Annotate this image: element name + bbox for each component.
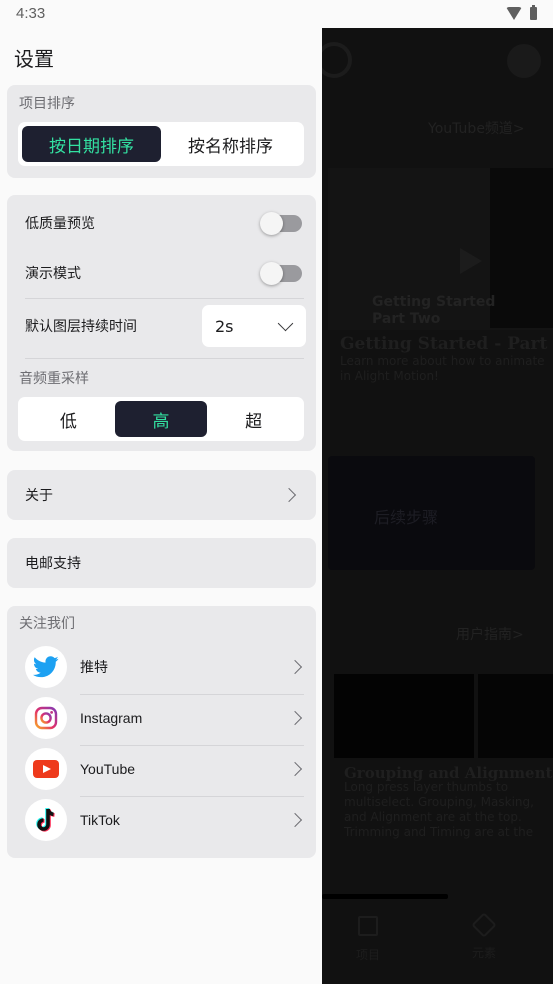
email-support-row[interactable]: 电邮支持 [25, 538, 304, 588]
social-label: 推特 [80, 659, 108, 675]
demo-mode-row: 演示模式 [25, 248, 304, 298]
chevron-right-icon [287, 710, 303, 726]
social-item-twitter[interactable]: 推特 [25, 642, 304, 692]
video-title: Getting Started - Part Two [340, 334, 553, 354]
video-thumbnail-next [490, 168, 553, 328]
default-layer-duration-dropdown[interactable]: 2s [202, 305, 306, 347]
chevron-right-icon [281, 487, 297, 503]
low-quality-preview-row: 低质量预览 [25, 198, 304, 248]
about-label: 关于 [25, 488, 53, 504]
audio-resample-ultra-option[interactable]: 超 [207, 401, 300, 437]
social-item-instagram[interactable]: Instagram [25, 693, 304, 743]
chevron-right-icon [287, 812, 303, 828]
chevron-right-icon [287, 659, 303, 675]
demo-mode-toggle[interactable] [260, 261, 302, 285]
background-app-scrim[interactable]: YouTube频道> Getting Started Part Two Gett… [322, 28, 553, 984]
projects-icon [358, 916, 378, 936]
social-item-youtube[interactable]: YouTube [25, 744, 304, 794]
settings-drawer: 设置 项目排序 按日期排序 按名称排序 低质量预览 演示模式 默认图层持续时间 … [0, 28, 322, 984]
follow-us-label: 关注我们 [19, 616, 75, 632]
twitter-icon [25, 646, 67, 688]
youtube-channel-link: YouTube频道> [428, 121, 525, 137]
play-icon [460, 248, 482, 274]
follow-us-card: 关注我们 推特 Instagram YouTube TikTok [7, 606, 316, 858]
audio-resample-segmented-control: 低 高 超 [18, 397, 304, 441]
sort-card: 项目排序 按日期排序 按名称排序 [7, 85, 316, 178]
audio-resample-label: 音频重采样 [19, 371, 89, 387]
sort-by-name-option[interactable]: 按名称排序 [161, 126, 300, 162]
social-item-tiktok[interactable]: TikTok [25, 795, 304, 845]
status-icons [506, 5, 537, 20]
divider [25, 358, 304, 359]
wifi-icon [506, 7, 522, 20]
email-support-label: 电邮支持 [25, 556, 81, 572]
elements-icon [471, 912, 497, 938]
youtube-icon [25, 748, 67, 790]
toggle-knob [260, 261, 283, 285]
sort-label: 项目排序 [19, 96, 75, 112]
demo-mode-label: 演示模式 [25, 266, 81, 282]
thumb-title-line1: Getting Started [372, 294, 496, 310]
nav-item-projects: 项目 [338, 916, 398, 963]
low-quality-preview-toggle[interactable] [260, 211, 302, 235]
dropdown-value: 2s [215, 316, 234, 336]
audio-resample-low-option[interactable]: 低 [22, 401, 115, 437]
video-thumbnail-title: Getting Started Part Two [372, 294, 495, 328]
sort-segmented-control: 按日期排序 按名称排序 [18, 122, 304, 166]
toggle-knob [260, 211, 283, 235]
drawer-title: 设置 [14, 47, 54, 71]
chevron-down-icon [277, 315, 294, 331]
nav-item-elements: 元素 [454, 912, 514, 961]
status-bar: 4:33 [0, 0, 553, 28]
app-logo-icon [322, 42, 352, 78]
profile-avatar-icon [507, 44, 541, 78]
user-guide-link: 用户指南> [456, 627, 524, 643]
instagram-icon [25, 697, 67, 739]
social-label: YouTube [80, 761, 136, 777]
social-label: TikTok [80, 812, 120, 828]
nav-label: 项目 [355, 948, 380, 962]
email-support-card[interactable]: 电邮支持 [7, 538, 316, 588]
audio-resample-high-option[interactable]: 高 [114, 401, 208, 437]
preferences-card: 低质量预览 演示模式 默认图层持续时间 2s 音频重采样 低 高 超 [7, 195, 316, 451]
about-row[interactable]: 关于 [25, 470, 304, 520]
sort-by-date-option[interactable]: 按日期排序 [22, 126, 161, 162]
thumb-title-line2: Part Two [372, 311, 441, 327]
chevron-right-icon [287, 761, 303, 777]
guide-thumbnail [334, 674, 474, 758]
about-card[interactable]: 关于 [7, 470, 316, 520]
default-layer-duration-row: 默认图层持续时间 2s [25, 301, 306, 351]
social-label: Instagram [80, 710, 143, 726]
scroll-indicator [322, 894, 448, 899]
status-time: 4:33 [16, 5, 46, 22]
battery-icon [530, 5, 537, 20]
nav-label: 元素 [471, 946, 496, 960]
next-steps-banner-text: 后续步骤 [374, 508, 439, 527]
low-quality-preview-label: 低质量预览 [25, 216, 95, 232]
divider [25, 298, 304, 299]
default-layer-duration-label: 默认图层持续时间 [25, 319, 137, 335]
video-description: Learn more about how to animate in Aligh… [340, 354, 545, 383]
tiktok-icon [25, 799, 67, 841]
guide-description: Long press layer thumbs to multiselect. … [344, 780, 534, 839]
guide-thumbnail-next [478, 674, 553, 758]
bottom-nav: 项目 元素 [322, 908, 553, 984]
